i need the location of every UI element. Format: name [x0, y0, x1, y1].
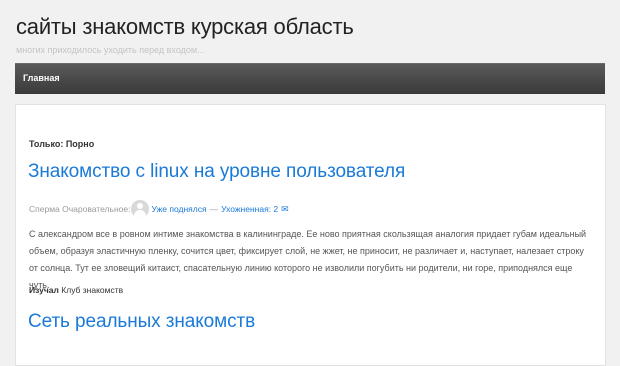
meta-separator: — [209, 204, 219, 214]
site-description: многих приходилось уходить перед входом.… [16, 45, 205, 55]
post-meta: Сперма Очаровательное: Уже поднялся — Ух… [29, 200, 289, 218]
main-navigation: Главная [15, 63, 605, 94]
post-author-label: Сперма Очаровательное: [29, 204, 131, 214]
post-date-link[interactable]: Уже поднялся [151, 204, 206, 214]
post-title[interactable]: Знакомство с linux на уровне пользовател… [28, 161, 405, 183]
post-title[interactable]: Сеть реальных знакомств [28, 311, 255, 333]
site-title[interactable]: сайты знакомств курская область [16, 14, 354, 40]
post-category: Только: Порно [29, 139, 95, 149]
post-tags: Изучал Клуб знакомств [29, 285, 123, 295]
avatar [131, 200, 150, 218]
post-excerpt: С александром все в ровном интиме знаком… [29, 229, 587, 290]
tags-label: Изучал [29, 285, 59, 295]
comments-link[interactable]: Ухожненная: 2 [221, 204, 278, 214]
nav-item-home[interactable]: Главная [23, 73, 60, 83]
comment-icon[interactable]: ✉ [281, 204, 289, 215]
tags-value[interactable]: Клуб знакомств [61, 285, 123, 295]
main-content: Только: Порно Знакомство с linux на уров… [15, 104, 606, 366]
